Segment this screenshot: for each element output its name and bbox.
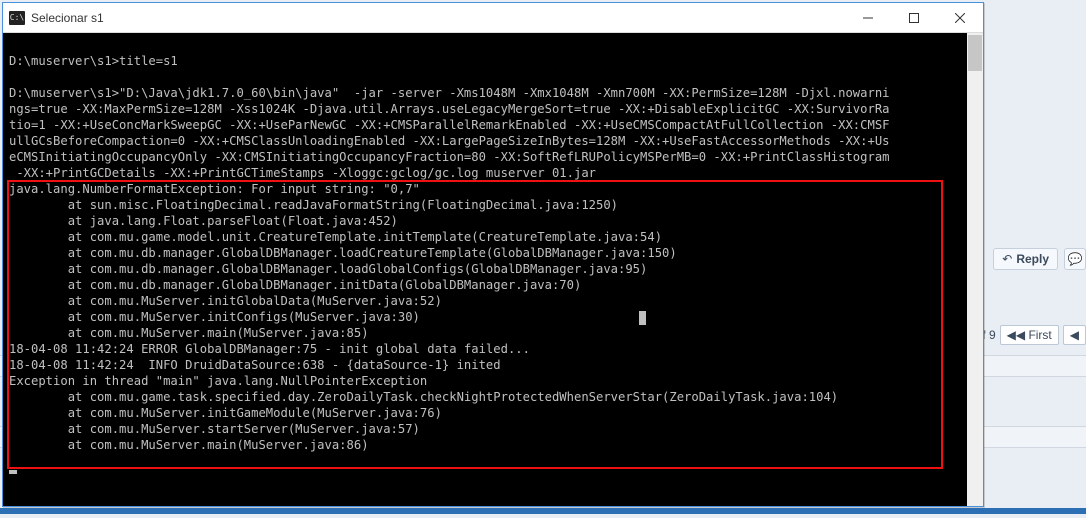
cmd-icon: C:\	[9, 11, 25, 25]
vertical-scrollbar[interactable]	[967, 33, 983, 506]
console-window: C:\ Selecionar s1 D:\muserver\s1>title=s…	[2, 2, 984, 507]
close-icon	[955, 13, 965, 23]
reply-arrow-icon: ↶	[1002, 252, 1012, 266]
quote-button[interactable]: 💬	[1064, 248, 1086, 270]
console-output[interactable]: D:\muserver\s1>title=s1 D:\muserver\s1>"…	[3, 33, 967, 506]
arrow-left-icon: ◀	[1070, 328, 1079, 342]
minimize-button[interactable]	[845, 3, 891, 32]
scrollbar-thumb[interactable]	[968, 35, 982, 71]
double-arrow-left-icon: ◀◀	[1007, 328, 1025, 342]
pager-first-label: First	[1028, 328, 1051, 342]
quote-icon: 💬	[1068, 252, 1083, 266]
cursor	[9, 470, 17, 474]
pager-prev-button[interactable]: ◀	[1063, 325, 1086, 345]
bottom-accent-bar	[0, 508, 1086, 514]
maximize-icon	[909, 13, 919, 23]
close-button[interactable]	[937, 3, 983, 32]
pager-of-label: f 9	[982, 328, 995, 342]
pager-first-button[interactable]: ◀◀ First	[1000, 325, 1059, 345]
reply-button[interactable]: ↶ Reply	[993, 248, 1058, 270]
window-title: Selecionar s1	[31, 11, 104, 25]
titlebar[interactable]: C:\ Selecionar s1	[3, 3, 983, 33]
maximize-button[interactable]	[891, 3, 937, 32]
minimize-icon	[863, 13, 873, 23]
reply-label: Reply	[1016, 252, 1049, 266]
text-caret	[639, 311, 646, 325]
